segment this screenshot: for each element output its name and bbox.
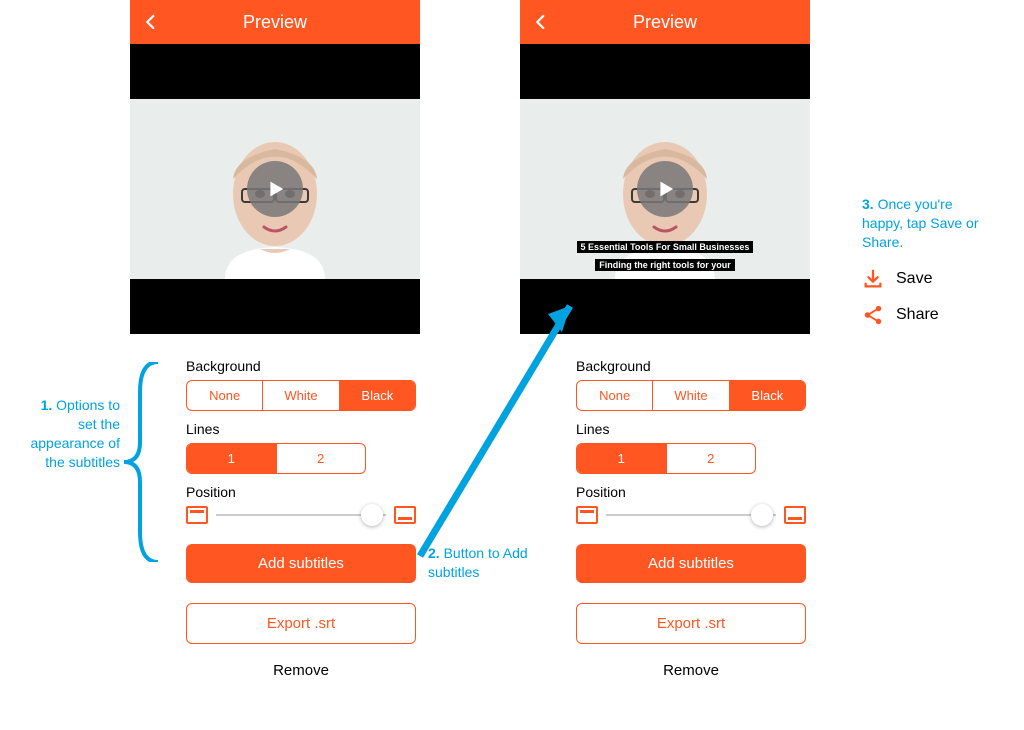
slider-knob[interactable] [751,504,773,526]
remove-link[interactable]: Remove [576,662,806,679]
subtitle-overlay: 5 Essential Tools For Small Businesses F… [520,237,810,273]
back-icon[interactable] [142,13,160,31]
bg-option-black[interactable]: Black [339,381,415,410]
download-icon [862,268,884,290]
lines-option-1[interactable]: 1 [577,444,666,473]
curly-brace-icon [118,362,162,562]
video-preview[interactable]: 5 Essential Tools For Small Businesses F… [520,44,810,334]
subtitle-line-1: 5 Essential Tools For Small Businesses [577,241,754,253]
play-icon[interactable] [247,161,303,217]
bg-option-none[interactable]: None [577,381,652,410]
play-icon[interactable] [637,161,693,217]
annotation-step1: 1. Options to set the appearance of the … [20,396,120,472]
save-row[interactable]: Save [862,268,939,290]
phone-screenshot-left: Preview Background None White [130,0,420,679]
lines-label: Lines [576,421,782,437]
share-label: Share [896,306,939,324]
bg-option-white[interactable]: White [262,381,338,410]
position-slider-row [186,506,416,524]
position-slider[interactable] [606,514,776,516]
position-slider[interactable] [216,514,386,516]
subtitle-line-2: Finding the right tools for your [595,259,734,271]
bg-option-none[interactable]: None [187,381,262,410]
add-subtitles-button[interactable]: Add subtitles [576,544,806,583]
bg-option-black[interactable]: Black [729,381,805,410]
share-row[interactable]: Share [862,304,939,326]
slider-knob[interactable] [361,504,383,526]
lines-option-2[interactable]: 2 [666,444,756,473]
bg-option-white[interactable]: White [652,381,728,410]
add-subtitles-button[interactable]: Add subtitles [186,544,416,583]
remove-link[interactable]: Remove [186,662,416,679]
lines-segmented[interactable]: 1 2 [576,443,756,474]
position-slider-row [576,506,806,524]
save-label: Save [896,270,932,288]
lines-option-2[interactable]: 2 [276,444,366,473]
position-label: Position [186,484,392,500]
background-label: Background [576,358,782,374]
back-icon[interactable] [532,13,550,31]
header-title: Preview [633,12,697,33]
lines-label: Lines [186,421,392,437]
annotation-step3: 3. Once you're happy, tap Save or Share. [862,195,992,252]
app-header: Preview [520,0,810,44]
app-header: Preview [130,0,420,44]
video-thumbnail [130,99,420,279]
position-bottom-icon[interactable] [394,506,416,524]
position-bottom-icon[interactable] [784,506,806,524]
save-share-actions: Save Share [862,268,939,326]
position-top-icon[interactable] [576,506,598,524]
export-srt-button[interactable]: Export .srt [186,603,416,644]
header-title: Preview [243,12,307,33]
lines-segmented[interactable]: 1 2 [186,443,366,474]
background-label: Background [186,358,392,374]
lines-option-1[interactable]: 1 [187,444,276,473]
video-thumbnail: 5 Essential Tools For Small Businesses F… [520,99,810,279]
subtitle-controls: Background None White Black Lines 1 2 Po… [520,334,810,679]
phone-screenshot-right: Preview 5 Essential Tools For Small Busi… [520,0,810,679]
background-segmented[interactable]: None White Black [576,380,806,411]
subtitle-controls: Background None White Black Lines 1 2 Po… [130,334,420,679]
share-icon [862,304,884,326]
background-segmented[interactable]: None White Black [186,380,416,411]
export-srt-button[interactable]: Export .srt [576,603,806,644]
annotation-step2: 2. Button to Add subtitles [428,544,528,582]
video-preview[interactable] [130,44,420,334]
position-top-icon[interactable] [186,506,208,524]
position-label: Position [576,484,782,500]
